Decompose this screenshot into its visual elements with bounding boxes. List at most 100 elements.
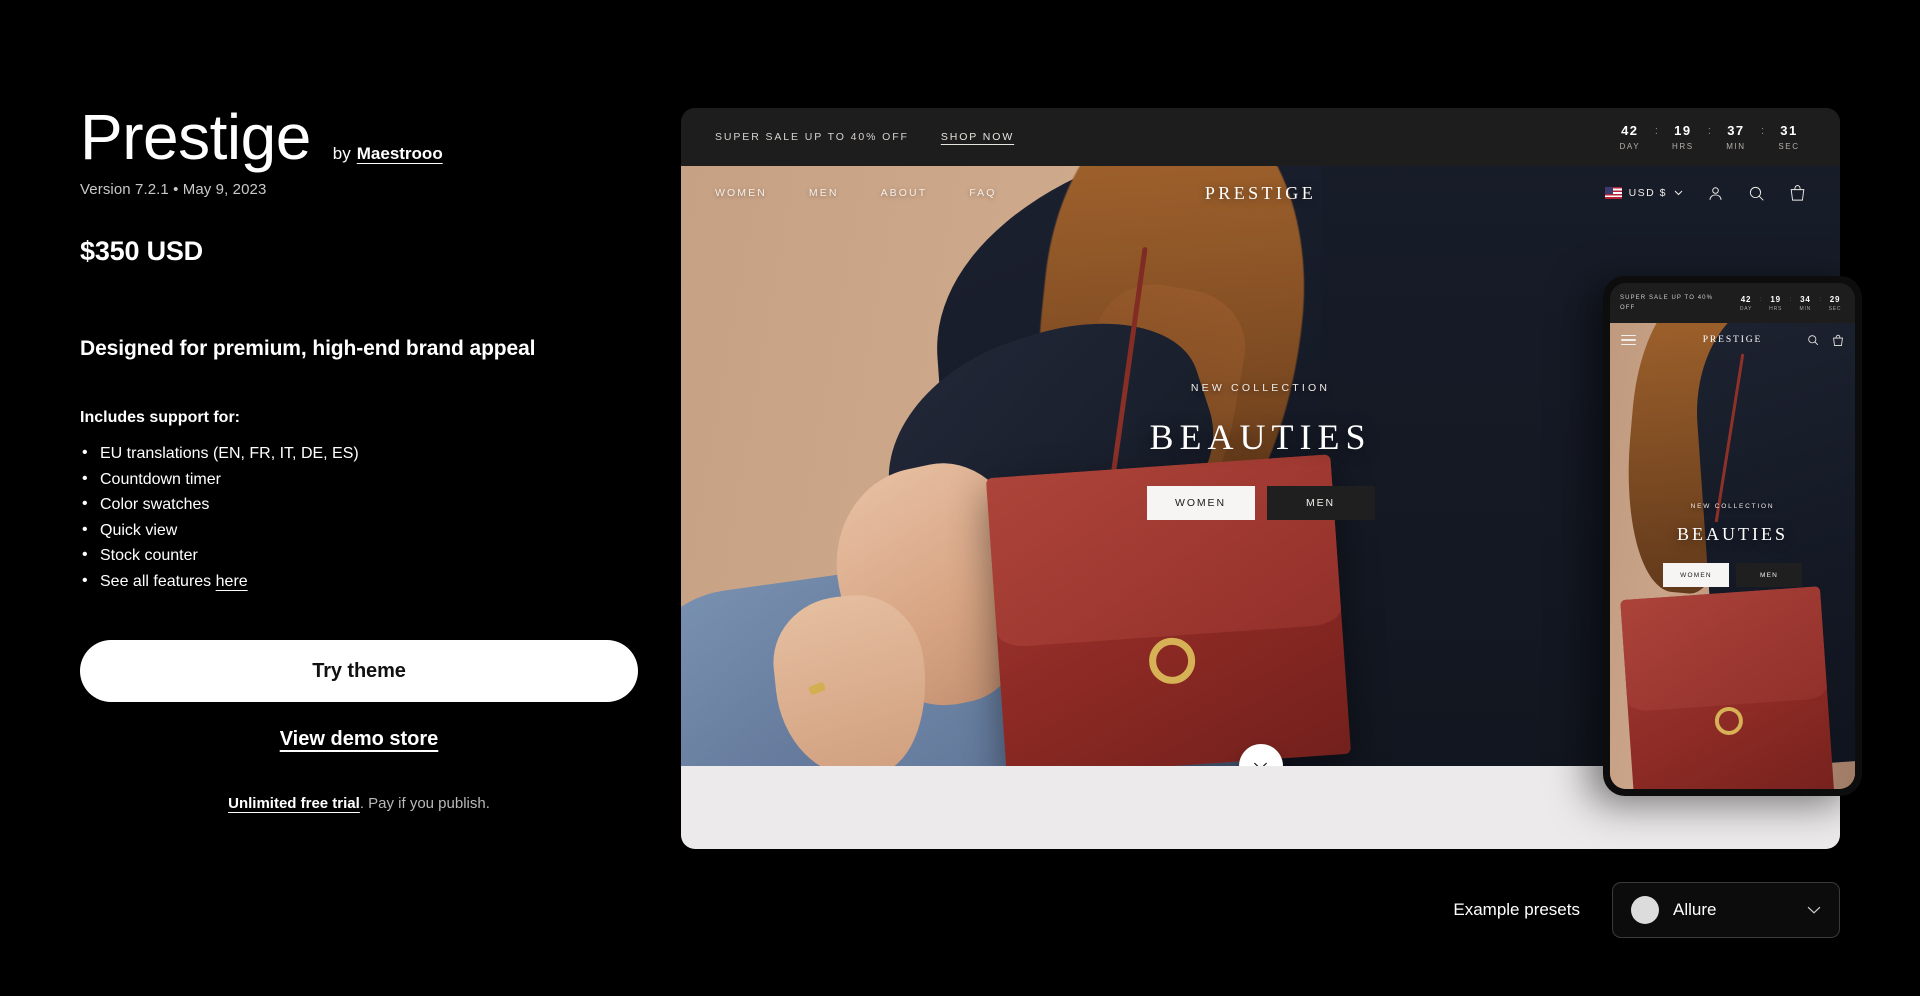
mobile-announcement-bar: SUPER SALE UP TO 40% OFF 42 DAY : 19 HRS…	[1610, 283, 1855, 323]
countdown-label: DAY	[1619, 142, 1641, 151]
includes-label: Includes support for:	[80, 409, 240, 427]
countdown-value: 42	[1621, 123, 1639, 138]
feature-label: Quick view	[100, 521, 178, 539]
countdown-value: 19	[1770, 294, 1781, 304]
feature-label: EU translations (EN, FR, IT, DE, ES)	[100, 445, 359, 463]
view-demo-store-link[interactable]: View demo store	[280, 728, 439, 750]
announcement-bar: SUPER SALE UP TO 40% OFF SHOP NOW 42 DAY…	[681, 108, 1840, 166]
nav-item-women[interactable]: WOMEN	[715, 187, 767, 199]
author-link[interactable]: Maestrooo	[357, 144, 443, 164]
feature-label: Countdown timer	[100, 470, 221, 488]
countdown-separator: :	[1760, 125, 1764, 137]
mobile-hero-title: BEAUTIES	[1677, 524, 1788, 544]
feature-list: EU translations (EN, FR, IT, DE, ES) Cou…	[80, 440, 650, 595]
search-icon[interactable]	[1748, 185, 1765, 202]
countdown-label: SEC	[1828, 305, 1842, 312]
unlimited-free-trial-link[interactable]: Unlimited free trial	[228, 795, 360, 812]
example-presets-row: Example presets Allure	[1453, 882, 1840, 938]
countdown-unit-sec: 31 SEC	[1772, 123, 1806, 151]
currency-label: USD $	[1628, 187, 1667, 199]
mobile-countdown-unit-min: 34 MIN	[1795, 295, 1815, 312]
list-item: Stock counter	[80, 542, 650, 569]
feature-label: Stock counter	[100, 547, 198, 565]
mobile-announcement-text: SUPER SALE UP TO 40% OFF	[1620, 295, 1714, 311]
chevron-down-icon	[1807, 906, 1821, 914]
countdown-separator: :	[1707, 125, 1711, 137]
countdown-separator: :	[1819, 296, 1821, 303]
countdown-label: SEC	[1778, 142, 1800, 151]
see-all-features-label: See all features	[100, 572, 212, 590]
storefront-navbar: WOMEN MEN ABOUT FAQ PRESTIGE USD $	[681, 166, 1840, 220]
currency-selector[interactable]: USD $	[1604, 187, 1683, 199]
price: $350 USD	[80, 236, 203, 267]
storefront-logo: PRESTIGE	[1204, 182, 1317, 203]
theme-details-panel: Prestige by Maestrooo Version 7.2.1 • Ma…	[80, 101, 650, 812]
countdown-label: HRS	[1769, 305, 1783, 312]
countdown-separator: :	[1789, 296, 1792, 303]
countdown-value: 42	[1740, 294, 1752, 304]
countdown-unit-day: 42 DAY	[1613, 123, 1647, 151]
countdown-label: DAY	[1739, 305, 1753, 312]
mobile-hero-content: NEW COLLECTION BEAUTIES WOMEN MEN	[1610, 323, 1855, 789]
nav-item-faq[interactable]: FAQ	[969, 187, 996, 199]
mobile-countdown-unit-sec: 29 SEC	[1825, 295, 1845, 312]
list-item: Color swatches	[80, 491, 650, 518]
try-theme-button[interactable]: Try theme	[80, 640, 638, 703]
mobile-countdown-timer: 42 DAY : 19 HRS : 34 MIN : 29 SEC	[1736, 295, 1845, 312]
countdown-timer: 42 DAY : 19 HRS : 37 MIN : 31 SEC	[1613, 123, 1806, 151]
preset-dropdown[interactable]: Allure	[1612, 882, 1840, 938]
account-icon[interactable]	[1707, 185, 1724, 202]
chevron-down-icon	[1674, 190, 1683, 196]
title-row: Prestige by Maestrooo	[80, 101, 650, 173]
mobile-hero-women-button[interactable]: WOMEN	[1663, 563, 1729, 587]
example-presets-label: Example presets	[1453, 900, 1580, 919]
mobile-countdown-unit-hrs: 19 HRS	[1766, 295, 1786, 312]
list-item-see-all-features: See all features here	[80, 568, 650, 595]
countdown-value: 34	[1800, 294, 1811, 304]
hero-women-button[interactable]: WOMEN	[1146, 486, 1255, 520]
countdown-value: 31	[1780, 123, 1798, 138]
nav-item-about[interactable]: ABOUT	[881, 187, 928, 199]
theme-store-page: Prestige by Maestrooo Version 7.2.1 • Ma…	[0, 0, 1920, 996]
feature-label: Color swatches	[100, 496, 210, 514]
countdown-value: 29	[1829, 294, 1841, 304]
mobile-countdown-unit-day: 42 DAY	[1736, 295, 1756, 312]
mobile-hero-buttons: WOMEN MEN	[1663, 563, 1802, 587]
announcement-text: SUPER SALE UP TO 40% OFF	[715, 131, 909, 143]
preset-color-swatch	[1631, 896, 1659, 924]
announcement-left: SUPER SALE UP TO 40% OFF SHOP NOW	[715, 131, 1014, 143]
demo-link-wrap: View demo store	[80, 728, 638, 751]
cart-icon[interactable]	[1789, 184, 1806, 202]
us-flag-icon	[1604, 187, 1622, 199]
mobile-screen: SUPER SALE UP TO 40% OFF 42 DAY : 19 HRS…	[1610, 283, 1855, 789]
list-item: Quick view	[80, 517, 650, 544]
tagline: Designed for premium, high-end brand app…	[80, 337, 536, 361]
version-date: Version 7.2.1 • May 9, 2023	[80, 181, 267, 199]
mobile-hero-kicker: NEW COLLECTION	[1690, 503, 1775, 510]
mobile-preview-mockup[interactable]: SUPER SALE UP TO 40% OFF 42 DAY : 19 HRS…	[1603, 276, 1862, 796]
byline: by Maestrooo	[333, 144, 443, 164]
countdown-separator: :	[1759, 296, 1762, 303]
countdown-label: HRS	[1672, 142, 1694, 151]
mobile-hero-men-button[interactable]: MEN	[1736, 563, 1802, 587]
countdown-unit-min: 37 MIN	[1719, 123, 1753, 151]
countdown-value: 37	[1727, 123, 1745, 138]
countdown-unit-hrs: 19 HRS	[1666, 123, 1700, 151]
hero-buttons: WOMEN MEN	[1146, 486, 1375, 520]
chevron-down-icon	[1253, 762, 1268, 766]
list-item: EU translations (EN, FR, IT, DE, ES)	[80, 440, 650, 467]
nav-links: WOMEN MEN ABOUT FAQ	[715, 187, 997, 199]
hero-title: BEAUTIES	[1149, 417, 1372, 457]
byline-prefix: by	[332, 144, 351, 163]
countdown-label: MIN	[1799, 305, 1812, 312]
see-all-features-link[interactable]: here	[216, 573, 248, 590]
hero-kicker: NEW COLLECTION	[1190, 382, 1331, 394]
list-item: Countdown timer	[80, 466, 650, 493]
nav-item-men[interactable]: MEN	[809, 187, 839, 199]
countdown-value: 19	[1674, 123, 1692, 138]
shop-now-link[interactable]: SHOP NOW	[941, 131, 1014, 143]
mobile-hero-section: PRESTIGE NEW COLLECTION BEAUTIES WOMEN M…	[1610, 323, 1855, 789]
preset-selected-value: Allure	[1673, 900, 1717, 919]
page-title: Prestige	[80, 101, 311, 173]
hero-men-button[interactable]: MEN	[1266, 486, 1375, 520]
